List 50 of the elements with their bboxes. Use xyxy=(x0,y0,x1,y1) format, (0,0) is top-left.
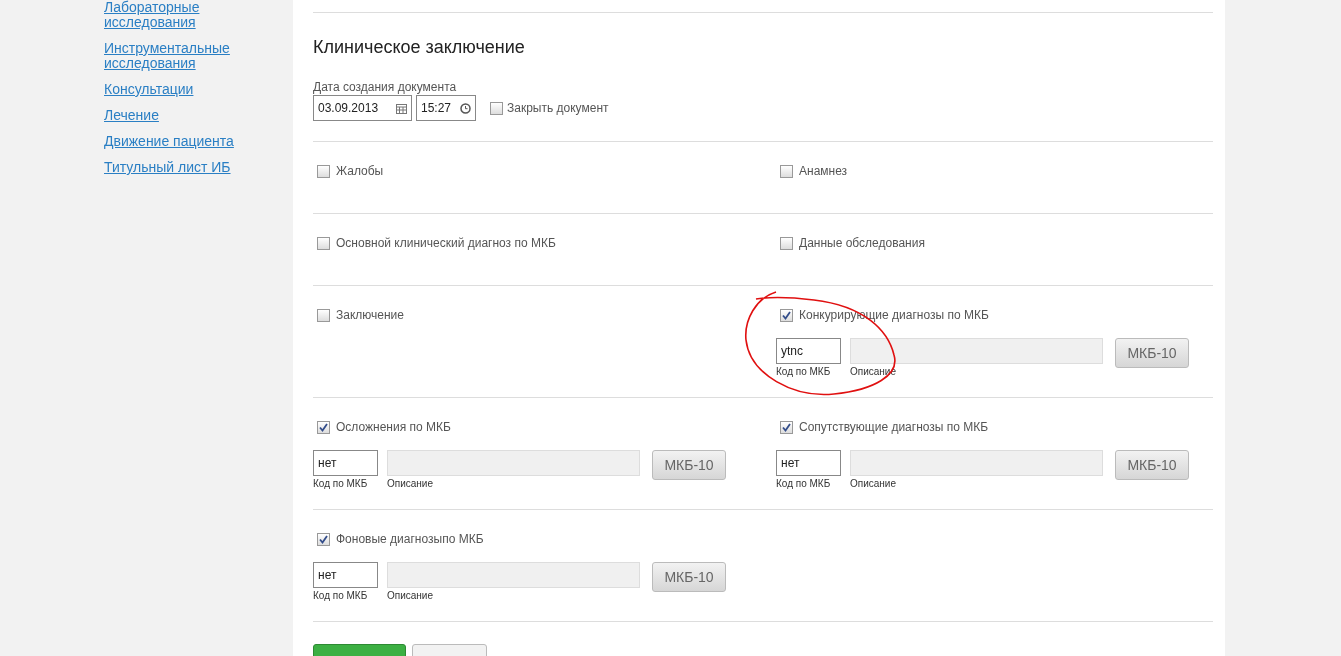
checkbox[interactable] xyxy=(317,308,330,322)
checkbox[interactable] xyxy=(490,101,503,115)
checkbox[interactable] xyxy=(780,236,793,250)
sidebar-link[interactable]: Движение пациента xyxy=(104,134,254,149)
description-field[interactable] xyxy=(387,450,640,476)
checkbox-label: Закрыть документ xyxy=(507,101,609,115)
time-field[interactable]: 15:27 xyxy=(416,95,476,121)
checkbox[interactable] xyxy=(317,236,330,250)
description-field[interactable] xyxy=(850,338,1103,364)
form-title: Клиническое заключение xyxy=(313,37,526,58)
sidebar-link[interactable]: Инструментальные исследования xyxy=(104,41,254,71)
icd-lookup-button[interactable]: МКБ-10 xyxy=(1115,450,1189,480)
calendar-icon[interactable] xyxy=(396,102,407,114)
checkbox-label: Заключение xyxy=(336,308,404,322)
sidebar-link[interactable]: Лечение xyxy=(104,108,254,123)
code-input-field[interactable]: нет xyxy=(776,450,841,476)
checkbox-label: Сопутствующие диагнозы по МКБ xyxy=(799,420,989,434)
icd-lookup-button[interactable]: МКБ-10 xyxy=(652,450,726,480)
checkbox-label: Данные обследования xyxy=(799,236,925,250)
field-caption: Описание xyxy=(387,590,434,601)
code-input-field[interactable]: нет xyxy=(313,450,378,476)
checkbox-label: Жалобы xyxy=(336,164,384,178)
code-input-field[interactable]: нет xyxy=(313,562,378,588)
sidebar-link[interactable]: Титульный лист ИБ xyxy=(104,160,254,175)
description-field[interactable] xyxy=(850,450,1103,476)
field-caption: Код по МКБ xyxy=(313,590,369,601)
description-field[interactable] xyxy=(387,562,640,588)
checkbox[interactable] xyxy=(780,164,793,178)
clock-icon[interactable] xyxy=(460,102,471,114)
field-caption: Код по МКБ xyxy=(776,366,832,377)
checkbox-label: Анамнез xyxy=(799,164,848,178)
field-caption: Код по МКБ xyxy=(313,478,369,489)
checkbox-label: Осложнения по МКБ xyxy=(336,420,451,434)
field-caption: Код по МКБ xyxy=(776,478,832,489)
checkbox[interactable] xyxy=(780,308,793,322)
sidebar-link[interactable]: Лабораторные исследования xyxy=(104,0,254,30)
field-caption: Описание xyxy=(850,478,897,489)
date-label: Дата создания документа xyxy=(313,80,458,94)
field-caption: Описание xyxy=(387,478,434,489)
checkbox[interactable] xyxy=(780,420,793,434)
code-input-field[interactable]: ytnc xyxy=(776,338,841,364)
icd-lookup-button[interactable]: МКБ-10 xyxy=(652,562,726,592)
icd-lookup-button[interactable]: МКБ-10 xyxy=(1115,338,1189,368)
date-field[interactable]: 03.09.2013 xyxy=(313,95,412,121)
checkbox[interactable] xyxy=(317,164,330,178)
checkbox[interactable] xyxy=(317,420,330,434)
checkbox-label: Фоновые диагнозыпо МКБ xyxy=(336,532,484,546)
checkbox[interactable] xyxy=(317,532,330,546)
checkbox-label: Основной клинический диагноз по МКБ xyxy=(336,236,556,250)
sidebar-link[interactable]: Консультации xyxy=(104,82,254,97)
